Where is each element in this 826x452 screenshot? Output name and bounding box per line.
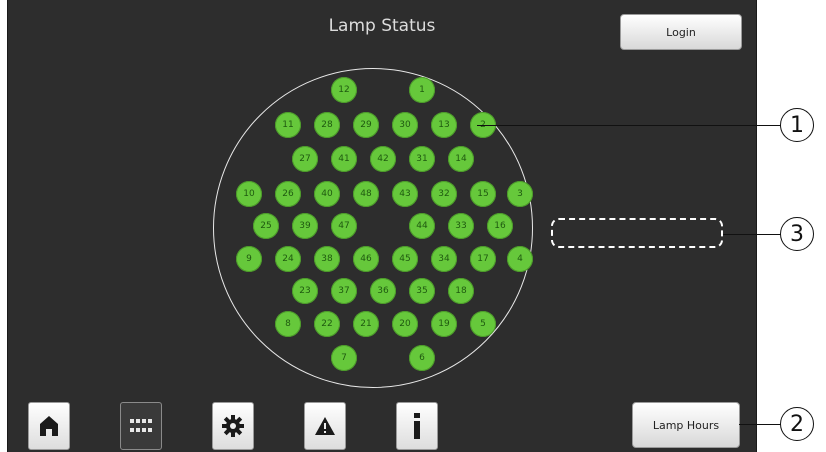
lamp-7[interactable]: 7: [331, 345, 357, 371]
lamp-15[interactable]: 15: [470, 181, 496, 207]
lamp-40[interactable]: 40: [314, 181, 340, 207]
lamp-37[interactable]: 37: [331, 278, 357, 304]
callout-3-leader: [723, 234, 781, 235]
lamp-43[interactable]: 43: [392, 181, 418, 207]
touch-screen: Lamp Status Login 1211128293013227414231…: [7, 0, 757, 452]
lamp-11[interactable]: 11: [275, 112, 301, 138]
login-button[interactable]: Login: [620, 14, 742, 50]
lamp-46[interactable]: 46: [353, 246, 379, 272]
lamp-27[interactable]: 27: [292, 146, 318, 172]
lamp-47[interactable]: 47: [331, 213, 357, 239]
info-icon: [414, 413, 420, 439]
callout-2: 2: [780, 407, 814, 441]
lamp-23[interactable]: 23: [292, 278, 318, 304]
lamp-17[interactable]: 17: [470, 246, 496, 272]
lamp-1[interactable]: 1: [409, 77, 435, 103]
lamp-9[interactable]: 9: [236, 246, 262, 272]
callout-1: 1: [780, 108, 814, 142]
lamp-26[interactable]: 26: [275, 181, 301, 207]
lamp-33[interactable]: 33: [448, 213, 474, 239]
message-area: [551, 218, 723, 248]
info-button[interactable]: [396, 402, 438, 450]
lamp-5[interactable]: 5: [470, 311, 496, 337]
home-button[interactable]: [28, 402, 70, 450]
lamp-35[interactable]: 35: [409, 278, 435, 304]
lamp-36[interactable]: 36: [370, 278, 396, 304]
lamp-42[interactable]: 42: [370, 146, 396, 172]
alarms-button[interactable]: [304, 402, 346, 450]
lamp-25[interactable]: 25: [253, 213, 279, 239]
lamp-status-button[interactable]: [120, 402, 162, 450]
lamp-21[interactable]: 21: [353, 311, 379, 337]
lamp-hours-button[interactable]: Lamp Hours: [632, 402, 740, 448]
callout-1-leader: [477, 125, 781, 126]
lamp-10[interactable]: 10: [236, 181, 262, 207]
lamp-14[interactable]: 14: [448, 146, 474, 172]
gear-icon: [222, 415, 244, 437]
lamp-28[interactable]: 28: [314, 112, 340, 138]
callout-3: 3: [780, 217, 814, 251]
lamp-48[interactable]: 48: [353, 181, 379, 207]
lamp-16[interactable]: 16: [487, 213, 513, 239]
home-icon: [40, 416, 58, 436]
lamp-13[interactable]: 13: [431, 112, 457, 138]
lamp-grid-icon: [130, 419, 152, 432]
lamp-8[interactable]: 8: [275, 311, 301, 337]
lamp-38[interactable]: 38: [314, 246, 340, 272]
lamp-41[interactable]: 41: [331, 146, 357, 172]
settings-button[interactable]: [212, 402, 254, 450]
lamp-32[interactable]: 32: [431, 181, 457, 207]
lamp-20[interactable]: 20: [392, 311, 418, 337]
lamp-18[interactable]: 18: [448, 278, 474, 304]
lamp-45[interactable]: 45: [392, 246, 418, 272]
lamp-19[interactable]: 19: [431, 311, 457, 337]
lamp-31[interactable]: 31: [409, 146, 435, 172]
warning-icon: [315, 417, 335, 435]
lamp-4[interactable]: 4: [507, 246, 533, 272]
lamp-29[interactable]: 29: [353, 112, 379, 138]
lamp-22[interactable]: 22: [314, 311, 340, 337]
lamp-6[interactable]: 6: [409, 345, 435, 371]
callout-2-leader: [739, 424, 781, 425]
lamp-3[interactable]: 3: [507, 181, 533, 207]
lamp-34[interactable]: 34: [431, 246, 457, 272]
lamp-30[interactable]: 30: [392, 112, 418, 138]
lamp-panel: 1211128293013227414231141026404843321532…: [213, 68, 535, 390]
lamp-24[interactable]: 24: [275, 246, 301, 272]
lamp-39[interactable]: 39: [292, 213, 318, 239]
lamp-12[interactable]: 12: [331, 77, 357, 103]
lamp-44[interactable]: 44: [409, 213, 435, 239]
